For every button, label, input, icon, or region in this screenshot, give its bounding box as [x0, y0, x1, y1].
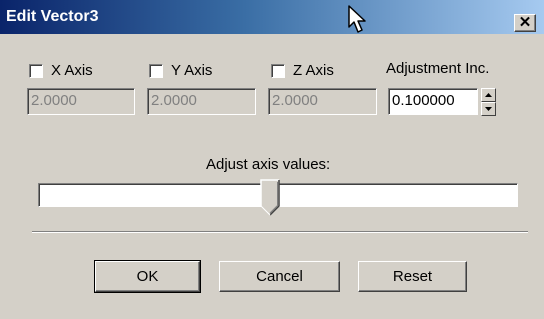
adjustment-inc-label: Adjustment Inc. [386, 60, 490, 77]
z-axis-checkbox[interactable] [271, 64, 285, 78]
ok-button[interactable]: OK [94, 260, 201, 293]
adjustment-inc-field[interactable]: 0.100000 [388, 88, 478, 115]
spin-up-button[interactable] [481, 88, 496, 102]
arrow-down-icon [485, 107, 492, 111]
spin-down-button[interactable] [481, 102, 496, 116]
cancel-button[interactable]: Cancel [219, 261, 340, 292]
z-axis-value-field[interactable]: 2.0000 [268, 88, 377, 115]
y-axis-checkbox[interactable] [149, 64, 163, 78]
x-axis-value-field[interactable]: 2.0000 [27, 88, 135, 115]
adjust-axis-label: Adjust axis values: [206, 156, 331, 173]
title-bar[interactable]: Edit Vector3 ✕ [0, 0, 544, 34]
slider-thumb[interactable] [260, 179, 280, 216]
window-title: Edit Vector3 [6, 8, 99, 25]
y-axis-label: Y Axis [171, 62, 213, 79]
edit-vector3-dialog: Edit Vector3 ✕ X Axis 2.0000 Y Axis 2.00… [0, 0, 544, 319]
close-button[interactable]: ✕ [514, 14, 536, 32]
separator-highlight [32, 232, 528, 233]
mouse-pointer-icon [348, 5, 366, 33]
x-axis-label: X Axis [51, 62, 93, 79]
z-axis-label: Z Axis [293, 62, 334, 79]
reset-button[interactable]: Reset [358, 261, 467, 292]
y-axis-value-field[interactable]: 2.0000 [147, 88, 256, 115]
close-icon: ✕ [518, 14, 532, 31]
arrow-up-icon [485, 93, 492, 97]
x-axis-checkbox[interactable] [29, 64, 43, 78]
